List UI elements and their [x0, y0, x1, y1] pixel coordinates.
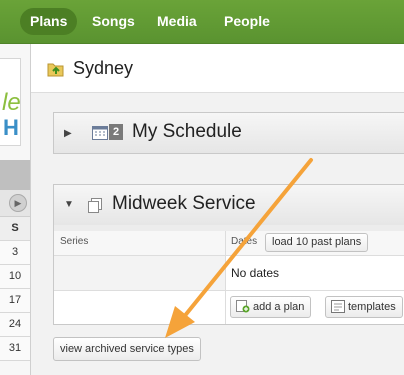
midweek-service-panel: ▼ Midweek Service Series Dates load 10 p… [53, 184, 404, 325]
church-logo: le H [0, 58, 21, 146]
tab-songs[interactable]: Songs [82, 8, 145, 35]
page-title: Sydney [73, 58, 134, 78]
table-header-row: Series Dates load 10 past plans [54, 231, 404, 256]
add-plan-button[interactable]: add a plan [230, 296, 312, 320]
panel-title: My Schedule [132, 121, 242, 142]
page-header: Sydney [31, 44, 404, 93]
no-dates-text: No dates [231, 266, 280, 280]
schedule-count-badge: 2 [109, 124, 123, 140]
calendar-icon [92, 125, 108, 145]
calendar-header [0, 160, 30, 190]
calendar-day[interactable]: 17 [0, 289, 30, 313]
calendar-day[interactable]: 3 [0, 241, 30, 265]
dates-label: Dates [231, 236, 258, 247]
add-plan-icon [236, 300, 250, 320]
document-icon [88, 198, 102, 218]
add-plan-label: add a plan [253, 301, 305, 313]
tab-media[interactable]: Media [147, 8, 207, 35]
view-archived-service-types-button[interactable]: view archived service types [53, 337, 201, 361]
tab-plans[interactable]: Plans [20, 8, 78, 35]
calendar-day[interactable]: 31 [0, 337, 30, 361]
logo-text-top: le [2, 89, 21, 116]
load-past-plans-button[interactable]: load 10 past plans [265, 233, 369, 252]
calendar-day[interactable]: 10 [0, 265, 30, 289]
templates-button[interactable]: templates [325, 296, 403, 318]
series-column-header: Series [54, 231, 226, 255]
calendar-nav: ▶ [0, 190, 30, 217]
templates-icon [331, 300, 345, 320]
my-schedule-panel: ▶ 2 My Schedule [53, 112, 404, 154]
main-content: Sydney ▶ 2 My Schedule ▼ Midweek Service… [31, 44, 404, 375]
service-table: Series Dates load 10 past plans No dates [54, 231, 404, 324]
series-label: Series [60, 236, 89, 247]
panel-header[interactable]: ▼ Midweek Service [54, 185, 404, 225]
folder-up-icon[interactable] [47, 61, 65, 82]
table-actions-row: add a plan templates [54, 291, 404, 324]
expand-triangle-icon[interactable]: ▶ [64, 128, 72, 139]
templates-label: templates [348, 301, 396, 313]
panel-header[interactable]: ▶ 2 My Schedule [54, 113, 404, 153]
panel-title: Midweek Service [112, 193, 256, 214]
calendar-day-header: S [0, 217, 30, 241]
collapse-triangle-icon[interactable]: ▼ [64, 199, 74, 210]
calendar-next-icon[interactable]: ▶ [9, 194, 27, 212]
top-nav: Plans Songs Media People [0, 0, 404, 44]
series-cell [54, 291, 226, 324]
series-cell [54, 256, 226, 290]
calendar-day[interactable]: 24 [0, 313, 30, 337]
tab-people[interactable]: People [214, 8, 280, 35]
logo-text-bottom: H [3, 115, 19, 140]
table-row: No dates [54, 256, 404, 291]
